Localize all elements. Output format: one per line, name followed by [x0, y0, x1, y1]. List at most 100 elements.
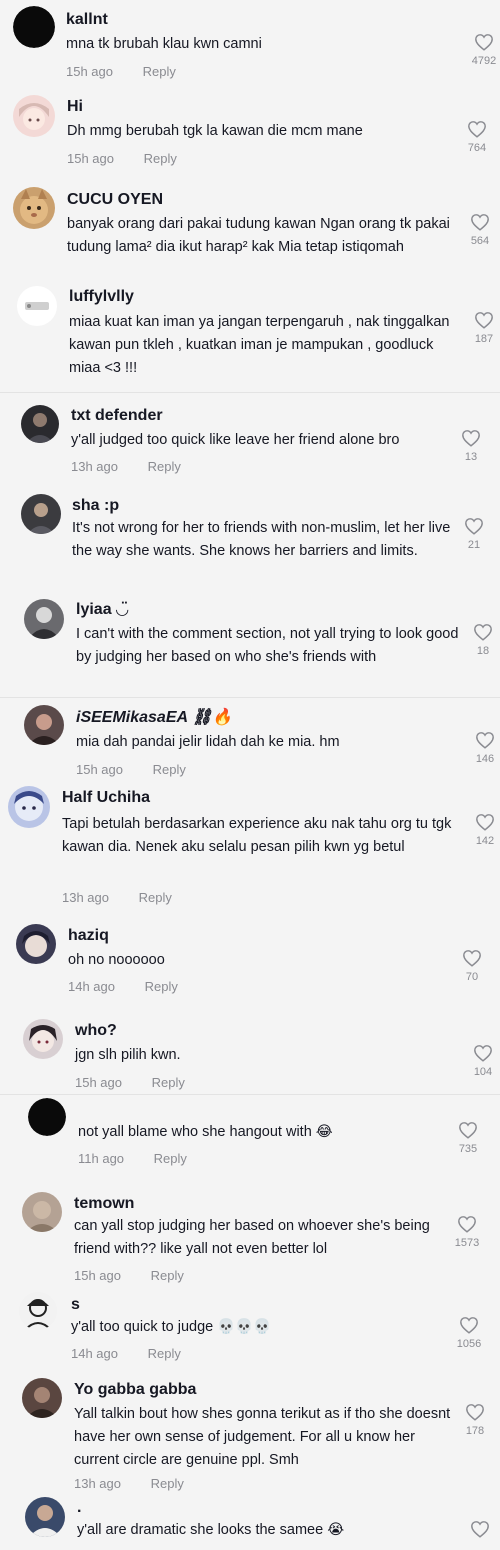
like-button[interactable]: 178: [455, 1403, 495, 1437]
comment-text: mia dah pandai jelir lidah dah ke mia. h…: [76, 734, 340, 750]
comment-meta: 15h ago Reply: [75, 1075, 185, 1090]
like-button[interactable]: 21: [454, 517, 494, 551]
comment-text: Yall talkin bout how shes gonna terikut …: [74, 1406, 451, 1468]
heart-icon[interactable]: [459, 1316, 479, 1334]
comment-username[interactable]: sha :p: [72, 496, 119, 516]
like-button[interactable]: [460, 1520, 500, 1538]
like-count: 104: [473, 1066, 493, 1078]
comment-time: 15h ago: [75, 1075, 122, 1090]
comment-username[interactable]: luffylvlly: [69, 287, 134, 307]
comment-time: 15h ago: [67, 151, 114, 166]
comment-username[interactable]: haziq: [68, 926, 109, 946]
like-button[interactable]: 1056: [449, 1316, 489, 1350]
heart-icon[interactable]: [470, 213, 490, 231]
orange-cat-avatar[interactable]: [13, 187, 55, 229]
anime-avatar[interactable]: [8, 786, 50, 828]
comment-time: 15h ago: [66, 64, 113, 79]
like-button[interactable]: 735: [448, 1121, 488, 1155]
heart-icon[interactable]: [462, 949, 482, 967]
comment-username[interactable]: temown: [74, 1194, 134, 1214]
comment-username[interactable]: kallnt: [66, 10, 108, 30]
comment-time: 14h ago: [71, 1346, 118, 1361]
comment-username[interactable]: .: [77, 1498, 81, 1518]
comment-time: 13h ago: [71, 459, 118, 474]
reply-button[interactable]: Reply: [143, 64, 176, 79]
black-circle-avatar[interactable]: [13, 6, 55, 48]
comment-time: 15h ago: [74, 1268, 121, 1283]
heart-icon[interactable]: [465, 1403, 485, 1421]
like-button[interactable]: 187: [464, 311, 500, 345]
reply-button[interactable]: Reply: [139, 890, 172, 905]
blurred-avatar[interactable]: [22, 1192, 62, 1232]
heart-icon[interactable]: [464, 517, 484, 535]
person-avatar[interactable]: [22, 1378, 62, 1418]
comment-text: It's not wrong for her to friends with n…: [72, 520, 451, 559]
segment-divider: [0, 1094, 500, 1095]
comment-text: y'all too quick to judge 💀💀💀: [71, 1319, 272, 1335]
anime-girl-avatar[interactable]: [13, 95, 55, 137]
reply-button[interactable]: Reply: [148, 459, 181, 474]
comment-username[interactable]: lyiaa ◡̈: [76, 600, 128, 620]
like-button[interactable]: 146: [465, 731, 500, 765]
heart-icon[interactable]: [470, 1520, 490, 1538]
sketch-avatar[interactable]: [19, 1292, 57, 1330]
like-button[interactable]: 18: [463, 623, 500, 657]
reply-button[interactable]: Reply: [148, 1346, 181, 1361]
reply-button[interactable]: Reply: [152, 1075, 185, 1090]
like-button[interactable]: 1573: [447, 1215, 487, 1249]
comment-meta: 13h ago Reply: [71, 459, 181, 474]
black-circle-avatar[interactable]: [28, 1098, 66, 1136]
comment-text: y'all judged too quick like leave her fr…: [71, 432, 400, 448]
comment-text: Dh mmg berubah tgk la kawan die mcm mane: [67, 123, 363, 139]
comment-meta: 14h ago Reply: [71, 1346, 181, 1361]
heart-icon[interactable]: [475, 731, 495, 749]
heart-icon[interactable]: [467, 120, 487, 138]
comment-username[interactable]: who?: [75, 1021, 117, 1041]
comment-username[interactable]: Yo gabba gabba: [74, 1380, 196, 1400]
like-count: 4792: [471, 55, 497, 67]
person-avatar[interactable]: [21, 494, 61, 534]
anime-avatar[interactable]: [23, 1019, 63, 1059]
like-button[interactable]: 70: [452, 949, 492, 983]
comment-time: 15h ago: [76, 762, 123, 777]
like-button[interactable]: 104: [463, 1044, 500, 1078]
heart-icon[interactable]: [473, 623, 493, 641]
person-avatar[interactable]: [21, 405, 59, 443]
reply-button[interactable]: Reply: [145, 979, 178, 994]
comment-username[interactable]: s: [71, 1295, 80, 1315]
comment-text: y'all are dramatic she looks the samee 😭: [77, 1522, 345, 1538]
comment-text: oh no noooooo: [68, 952, 165, 968]
like-count: 70: [465, 971, 479, 983]
comment-username[interactable]: Hi: [67, 97, 83, 117]
heart-icon[interactable]: [474, 33, 494, 51]
comment-username[interactable]: txt defender: [71, 406, 163, 426]
heart-icon[interactable]: [458, 1121, 478, 1139]
heart-icon[interactable]: [474, 311, 494, 329]
like-count: 13: [464, 451, 478, 463]
comment-username[interactable]: CUCU OYEN: [67, 190, 163, 210]
comment-username[interactable]: Half Uchiha: [62, 788, 150, 808]
like-button[interactable]: 142: [465, 813, 500, 847]
like-button[interactable]: 564: [460, 213, 500, 247]
heart-icon[interactable]: [461, 429, 481, 447]
person-avatar[interactable]: [24, 705, 64, 745]
like-count: 1056: [456, 1338, 482, 1350]
person-avatar[interactable]: [24, 599, 64, 639]
reply-button[interactable]: Reply: [151, 1268, 184, 1283]
heart-icon[interactable]: [457, 1215, 477, 1233]
like-button[interactable]: 764: [457, 120, 497, 154]
anime-avatar[interactable]: [16, 924, 56, 964]
comment-meta: 14h ago Reply: [68, 979, 178, 994]
heart-icon[interactable]: [475, 813, 495, 831]
like-button[interactable]: 4792: [464, 33, 500, 67]
reply-button[interactable]: Reply: [153, 762, 186, 777]
like-count: 18: [476, 645, 490, 657]
comment-username[interactable]: iSEEMikasaEA ⛓🔥: [76, 708, 232, 728]
logo-avatar[interactable]: [17, 286, 57, 326]
heart-icon[interactable]: [473, 1044, 493, 1062]
like-button[interactable]: 13: [451, 429, 491, 463]
reply-button[interactable]: Reply: [144, 151, 177, 166]
person-avatar[interactable]: [25, 1497, 65, 1537]
reply-button[interactable]: Reply: [154, 1151, 187, 1166]
reply-button[interactable]: Reply: [151, 1476, 184, 1491]
